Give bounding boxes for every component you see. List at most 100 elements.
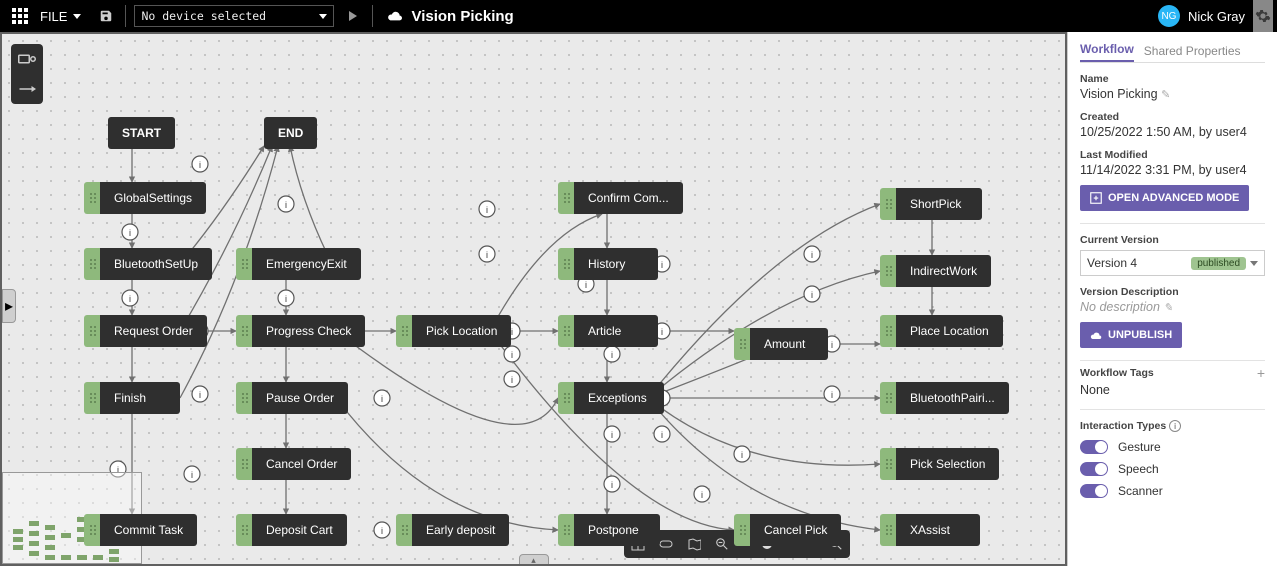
unpublish-button[interactable]: UNPUBLISH <box>1080 322 1182 348</box>
file-menu[interactable]: FILE <box>40 9 81 24</box>
svg-text:i: i <box>831 390 833 400</box>
tab-workflow[interactable]: Workflow <box>1080 42 1134 62</box>
toggle-speech[interactable] <box>1080 462 1108 476</box>
edit-icon[interactable]: ✎ <box>1163 302 1172 314</box>
node-pause[interactable]: Pause Order <box>236 382 348 414</box>
node-start[interactable]: START <box>108 117 175 149</box>
node-label: Request Order <box>100 315 207 347</box>
node-label: Finish <box>100 382 180 414</box>
node-picksel[interactable]: Pick Selection <box>880 448 999 480</box>
node-postpone[interactable]: Postpone <box>558 514 660 546</box>
node-except[interactable]: Exceptions <box>558 382 664 414</box>
node-grip-icon[interactable] <box>84 514 100 546</box>
gear-icon[interactable] <box>1253 0 1273 32</box>
node-amount[interactable]: Amount <box>734 328 828 360</box>
node-deposit[interactable]: Deposit Cart <box>236 514 347 546</box>
node-grip-icon[interactable] <box>880 514 896 546</box>
node-end[interactable]: END <box>264 117 317 149</box>
divider <box>125 5 126 27</box>
node-grip-icon[interactable] <box>558 182 574 214</box>
current-version-label: Current Version <box>1080 234 1265 246</box>
node-history[interactable]: History <box>558 248 658 280</box>
node-label: Exceptions <box>574 382 664 414</box>
node-grip-icon[interactable] <box>396 514 412 546</box>
node-bt[interactable]: BluetoothSetUp <box>84 248 212 280</box>
node-grip-icon[interactable] <box>734 328 750 360</box>
open-advanced-button[interactable]: OPEN ADVANCED MODE <box>1080 185 1249 211</box>
node-label: BluetoothSetUp <box>100 248 212 280</box>
node-finish[interactable]: Finish <box>84 382 180 414</box>
node-label: Deposit Cart <box>252 514 347 546</box>
map-icon[interactable] <box>680 530 708 558</box>
node-grip-icon[interactable] <box>880 448 896 480</box>
node-grip-icon[interactable] <box>236 315 252 347</box>
node-label: END <box>264 117 317 149</box>
node-grip-icon[interactable] <box>880 315 896 347</box>
user-name: Nick Gray <box>1188 9 1245 24</box>
user-area: NG Nick Gray <box>1158 0 1277 32</box>
node-grip-icon[interactable] <box>558 514 574 546</box>
node-cancel[interactable]: Cancel Order <box>236 448 351 480</box>
node-grip-icon[interactable] <box>396 315 412 347</box>
version-select[interactable]: Version 4 published <box>1080 250 1265 276</box>
svg-text:i: i <box>611 430 613 440</box>
node-xassist[interactable]: XAssist <box>880 514 980 546</box>
add-tag-icon[interactable]: + <box>1257 365 1265 381</box>
svg-text:i: i <box>486 250 488 260</box>
node-short[interactable]: ShortPick <box>880 188 982 220</box>
node-prog[interactable]: Progress Check <box>236 315 365 347</box>
node-grip-icon[interactable] <box>880 255 896 287</box>
node-label: Progress Check <box>252 315 365 347</box>
node-grip-icon[interactable] <box>84 248 100 280</box>
node-grip-icon[interactable] <box>880 382 896 414</box>
node-grip-icon[interactable] <box>236 514 252 546</box>
node-emex[interactable]: EmergencyExit <box>236 248 361 280</box>
tool-connection-icon[interactable] <box>11 74 43 104</box>
tab-shared-properties[interactable]: Shared Properties <box>1144 44 1241 62</box>
node-grip-icon[interactable] <box>84 182 100 214</box>
node-label: START <box>108 117 175 149</box>
svg-text:i: i <box>661 430 663 440</box>
avatar[interactable]: NG <box>1158 5 1180 27</box>
node-commit[interactable]: Commit Task <box>84 514 197 546</box>
node-article[interactable]: Article <box>558 315 658 347</box>
node-label: GlobalSettings <box>100 182 206 214</box>
info-icon[interactable]: i <box>1169 420 1181 432</box>
node-pick[interactable]: Pick Location <box>396 315 511 347</box>
svg-text:i: i <box>611 480 613 490</box>
node-cancelp[interactable]: Cancel Pick <box>734 514 841 546</box>
node-grip-icon[interactable] <box>880 188 896 220</box>
node-grip-icon[interactable] <box>558 248 574 280</box>
zoom-out-icon[interactable] <box>708 530 736 558</box>
toggle-gesture[interactable] <box>1080 440 1108 454</box>
node-btpair[interactable]: BluetoothPairi... <box>880 382 1009 414</box>
apps-icon[interactable] <box>12 8 28 24</box>
node-grip-icon[interactable] <box>84 382 100 414</box>
canvas[interactable]: ▸ <box>0 32 1067 566</box>
edges-layer: i i i i i i i i i i i i i i i i i i i i … <box>2 34 1065 564</box>
divider <box>1080 223 1265 224</box>
node-req[interactable]: Request Order <box>84 315 207 347</box>
node-grip-icon[interactable] <box>84 315 100 347</box>
toggle-scanner[interactable] <box>1080 484 1108 498</box>
edit-icon[interactable]: ✎ <box>1161 89 1170 101</box>
save-icon[interactable] <box>95 5 117 27</box>
svg-text:i: i <box>191 470 193 480</box>
node-early[interactable]: Early deposit <box>396 514 509 546</box>
node-indirect[interactable]: IndirectWork <box>880 255 991 287</box>
play-icon[interactable] <box>342 5 364 27</box>
device-select[interactable]: No device selected <box>134 5 334 27</box>
tool-component-icon[interactable] <box>11 44 43 74</box>
node-gset[interactable]: GlobalSettings <box>84 182 206 214</box>
node-grip-icon[interactable] <box>236 448 252 480</box>
node-grip-icon[interactable] <box>734 514 750 546</box>
node-grip-icon[interactable] <box>236 248 252 280</box>
svg-text:i: i <box>511 350 513 360</box>
node-grip-icon[interactable] <box>558 315 574 347</box>
node-confcom[interactable]: Confirm Com... <box>558 182 683 214</box>
node-place[interactable]: Place Location <box>880 315 1003 347</box>
bottom-expand-icon[interactable]: ▴ <box>519 554 549 566</box>
node-grip-icon[interactable] <box>558 382 574 414</box>
node-grip-icon[interactable] <box>236 382 252 414</box>
expand-panel-icon[interactable]: ▸ <box>2 289 16 323</box>
